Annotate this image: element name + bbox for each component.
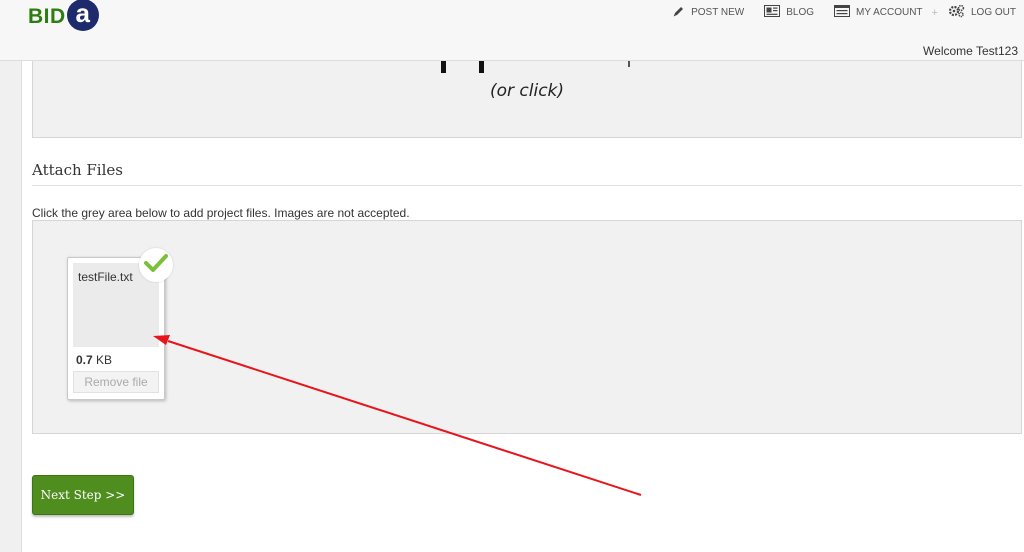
nav-post-new[interactable]: POST NEW (672, 5, 744, 21)
newspaper-icon (764, 5, 781, 20)
file-size-value: 0.7 (76, 353, 93, 367)
next-step-button[interactable]: Next Step >> (32, 475, 134, 515)
left-gutter (0, 0, 22, 552)
dropzone-hint: (or click) (489, 81, 565, 101)
file-dropzone[interactable]: testFile.txt 0.7 KB Remove file (32, 220, 1022, 434)
nav-log-out[interactable]: LOG OUT (948, 4, 1016, 21)
remove-file-button[interactable]: Remove file (73, 371, 159, 393)
logo-text: BID (28, 5, 66, 28)
nav-my-account[interactable]: MY ACCOUNT (834, 5, 923, 20)
top-nav: POST NEW BLOG MY ACCOUNT + LOG OUT (652, 4, 1016, 21)
welcome-message: Welcome Test123 (923, 44, 1018, 58)
section-title-attach-files: Attach Files (32, 161, 123, 179)
file-size: 0.7 KB (76, 353, 112, 367)
upload-success-badge (139, 248, 173, 282)
nav-label: BLOG (786, 7, 815, 18)
logo-mark: a (66, 0, 99, 31)
checkmark-icon (144, 253, 168, 278)
file-name: testFile.txt (78, 270, 133, 284)
attach-instruction: Click the grey area below to add project… (32, 206, 410, 220)
file-preview-card: testFile.txt 0.7 KB Remove file (67, 248, 173, 400)
gears-icon (948, 4, 965, 21)
nav-label: MY ACCOUNT (856, 7, 923, 18)
nav-label: LOG OUT (970, 7, 1016, 18)
account-card-icon (834, 5, 851, 20)
page: (or click) BID a POST NEW BLOG MY ACCOUN… (0, 0, 1024, 552)
section-divider (32, 185, 1022, 186)
site-header: BID a POST NEW BLOG MY ACCOUNT + LOG OUT… (0, 0, 1024, 61)
nav-separator: + (931, 6, 938, 19)
nav-blog[interactable]: BLOG (764, 5, 814, 20)
pencil-icon (672, 5, 685, 21)
file-size-unit: KB (96, 353, 113, 367)
site-logo[interactable]: BID a (28, 0, 99, 34)
nav-label: POST NEW (691, 7, 745, 18)
